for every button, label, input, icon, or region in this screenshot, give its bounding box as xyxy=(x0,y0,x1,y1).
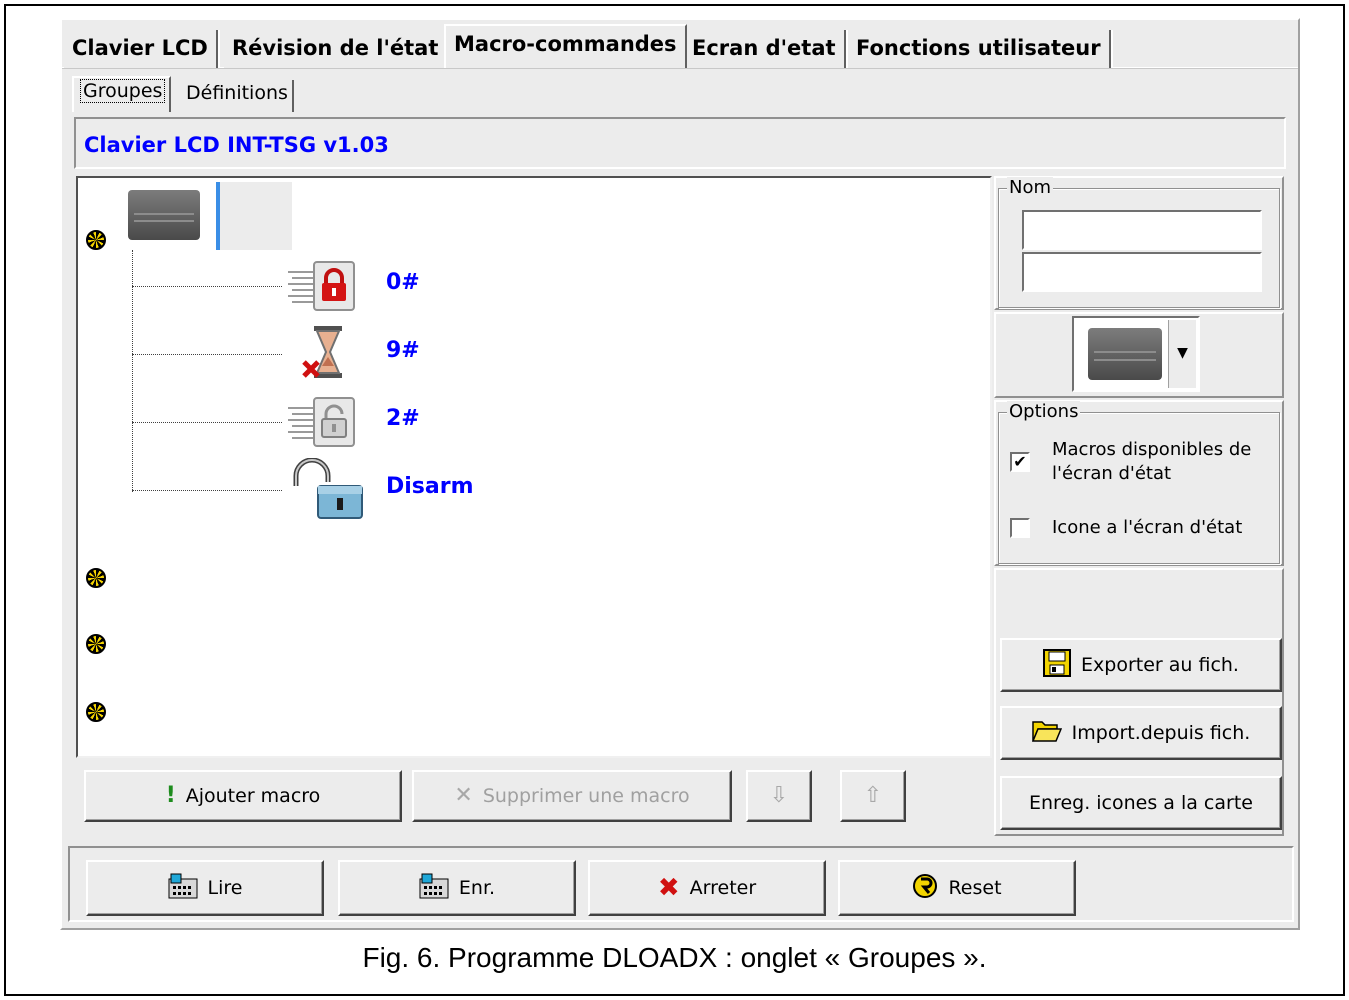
name-field-line2[interactable] xyxy=(1022,252,1262,292)
cross-outline-icon: ✕ xyxy=(454,783,473,808)
hourglass-cancel-icon xyxy=(300,324,356,380)
read-button[interactable]: Lire xyxy=(86,860,324,916)
device-title-text: Clavier LCD INT-TSG v1.03 xyxy=(84,133,389,157)
dropdown-arrow-icon[interactable]: ▼ xyxy=(1168,320,1196,388)
move-up-button[interactable]: ⇧ xyxy=(840,770,906,822)
macro-label[interactable]: 9# xyxy=(386,338,420,363)
options-groupbox: Options xyxy=(998,401,1280,564)
write-label: Enr. xyxy=(458,877,496,899)
macros-available-label: Macros disponibles de l'écran d'état xyxy=(1052,439,1252,484)
reset-icon xyxy=(912,872,938,905)
device-title: Clavier LCD INT-TSG v1.03 xyxy=(74,117,1286,169)
delete-macro-button[interactable]: ✕ Supprimer une macro xyxy=(412,770,732,822)
red-x-icon: ✖ xyxy=(657,873,680,903)
group-node-icon[interactable] xyxy=(86,702,106,722)
stop-button[interactable]: ✖ Arreter xyxy=(588,860,826,916)
macro-label[interactable]: Disarm xyxy=(386,474,474,499)
write-button[interactable]: Enr. xyxy=(338,860,576,916)
group-node-icon[interactable] xyxy=(86,230,106,250)
export-button[interactable]: Exporter au fich. xyxy=(1000,638,1282,692)
figure-caption: Fig. 6. Programme DLOADX : onglet « Grou… xyxy=(362,942,987,973)
padlock-open-icon xyxy=(290,457,370,520)
group-name-edit[interactable] xyxy=(216,182,292,250)
tab-fonctions-utilisateur[interactable]: Fonctions utilisateur xyxy=(848,30,1113,68)
group-node-icon[interactable] xyxy=(86,634,106,654)
import-button[interactable]: Import.depuis fich. xyxy=(1000,706,1282,760)
name-field-line1[interactable] xyxy=(1022,210,1262,250)
import-label: Import.depuis fich. xyxy=(1071,722,1251,744)
icon-status-screen-checkbox[interactable] xyxy=(1010,518,1030,538)
tree-branch-line xyxy=(132,490,282,491)
tree-branch-line xyxy=(132,354,282,355)
tab-macro-commandes[interactable]: Macro-commandes xyxy=(444,24,687,68)
move-down-button[interactable]: ⇩ xyxy=(746,770,812,822)
read-device-icon xyxy=(168,873,198,904)
floppy-disk-icon xyxy=(1043,648,1072,682)
lock-red-icon xyxy=(286,258,356,314)
delete-macro-label: Supprimer une macro xyxy=(482,785,690,807)
write-device-icon xyxy=(419,873,449,904)
icon-status-screen-label: Icone a l'écran d'état xyxy=(1052,517,1243,538)
subtab-groupes-label: Groupes xyxy=(80,79,166,103)
options-group-title: Options xyxy=(1007,401,1081,422)
macros-available-checkbox[interactable]: ✔ xyxy=(1010,452,1030,472)
keypad-icon xyxy=(1088,328,1162,380)
save-icons-button[interactable]: Enreg. icones a la carte xyxy=(1000,776,1282,830)
open-folder-icon xyxy=(1031,718,1062,749)
exclamation-icon: ! xyxy=(165,783,176,808)
group-node-icon[interactable] xyxy=(86,568,106,588)
dloadx-window: Clavier LCD Révision de l'état Macro-com… xyxy=(60,18,1300,930)
lock-gray-icon xyxy=(286,394,356,450)
reset-label: Reset xyxy=(948,877,1002,899)
tab-ecran-etat[interactable]: Ecran d'etat xyxy=(684,30,848,68)
macro-group-tree[interactable]: 0# 9# 2# Disarm xyxy=(76,176,992,758)
arrow-down-icon: ⇩ xyxy=(769,783,789,808)
macro-label[interactable]: 0# xyxy=(386,270,420,295)
export-label: Exporter au fich. xyxy=(1081,654,1239,676)
subtab-definitions[interactable]: Définitions xyxy=(180,80,294,112)
save-icons-label: Enreg. icones a la carte xyxy=(1029,792,1253,814)
read-label: Lire xyxy=(207,877,243,899)
tab-revision-etat[interactable]: Révision de l'état xyxy=(224,30,451,68)
name-group-title: Nom xyxy=(1007,177,1054,198)
subtab-groupes[interactable]: Groupes xyxy=(72,76,172,112)
add-macro-button[interactable]: ! Ajouter macro xyxy=(84,770,402,822)
macro-label[interactable]: 2# xyxy=(386,406,420,431)
arrow-up-icon: ⇧ xyxy=(863,783,883,808)
tree-branch-line xyxy=(132,422,282,423)
tab-clavier-lcd[interactable]: Clavier LCD xyxy=(64,30,220,68)
add-macro-label: Ajouter macro xyxy=(185,785,321,807)
keypad-icon[interactable] xyxy=(128,190,200,240)
icon-selector[interactable]: ▼ xyxy=(1072,316,1200,392)
reset-button[interactable]: Reset xyxy=(838,860,1076,916)
stop-label: Arreter xyxy=(689,877,757,899)
tree-branch-line xyxy=(132,286,282,287)
